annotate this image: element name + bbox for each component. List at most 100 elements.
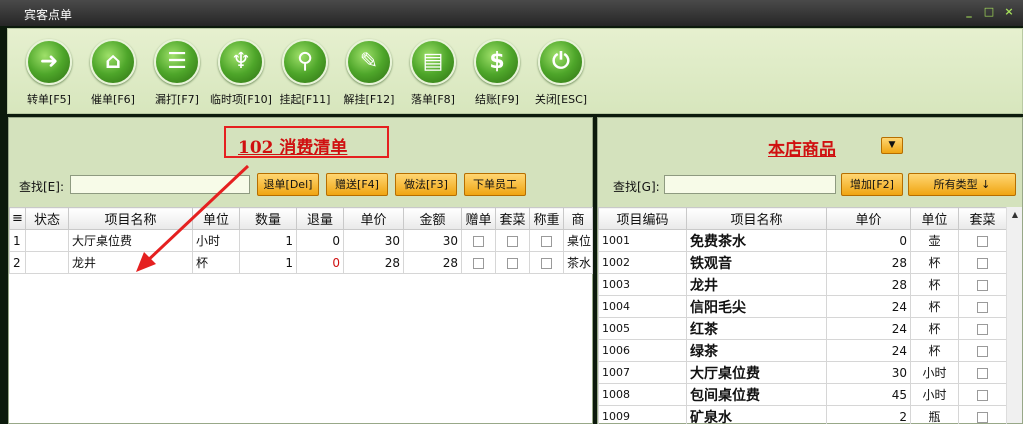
item-qty: 1 (239, 229, 297, 252)
set-meal-checkbox[interactable] (977, 301, 988, 313)
product-name: 红茶 (686, 317, 827, 340)
table-row[interactable]: 1005 红茶 24 杯 (598, 317, 1007, 340)
table-row[interactable]: 1004 信阳毛尖 24 杯 (598, 295, 1007, 318)
column-header[interactable]: 套菜 (495, 207, 530, 230)
column-header[interactable]: 退量 (296, 207, 344, 230)
window-title: 宾客点单 (24, 8, 73, 22)
gift-checkbox[interactable] (473, 257, 484, 269)
row-status (25, 229, 69, 252)
product-search-input[interactable] (664, 175, 836, 194)
set-meal-checkbox[interactable] (977, 235, 988, 247)
column-header[interactable]: ≡ (9, 207, 26, 230)
table-row[interactable]: 1 大厅桌位费 小时 1 0 30 30 桌位 (9, 229, 593, 252)
column-header[interactable]: 单位 (910, 207, 959, 230)
weighed-checkbox[interactable] (541, 235, 552, 247)
temporary-item-button[interactable]: ♆ 临时项[F10] (209, 39, 273, 115)
dollar-icon: $ (474, 39, 520, 85)
row-status (25, 251, 69, 274)
item-extra: 桌位 (563, 229, 593, 252)
item-name: 龙井 (68, 251, 193, 274)
consumption-list-header: 102 消费清单 查找[E]: 退单[Del] 赠送[F4] 做法[F3] 下单… (9, 118, 592, 206)
table-row[interactable]: 1002 铁观音 28 杯 (598, 251, 1007, 274)
item-unit: 小时 (192, 229, 240, 252)
set-meal-checkbox[interactable] (977, 389, 988, 401)
set-meal-checkbox[interactable] (977, 323, 988, 335)
column-header[interactable]: 金额 (403, 207, 462, 230)
reprint-missed-button[interactable]: ☰ 漏打[F7] (145, 39, 209, 115)
place-order-button[interactable]: ▤ 落单[F8] (401, 39, 465, 115)
table-row[interactable]: 1006 绿茶 24 杯 (598, 339, 1007, 362)
column-header[interactable]: 状态 (25, 207, 69, 230)
bank-icon: ⌂ (90, 39, 136, 85)
product-code: 1001 (598, 229, 687, 252)
product-name: 矿泉水 (686, 405, 827, 424)
set-meal-checkbox[interactable] (507, 235, 518, 247)
table-row[interactable]: 2 龙井 杯 1 0 28 28 茶水 (9, 251, 593, 274)
set-meal-checkbox[interactable] (977, 367, 988, 379)
product-code: 1008 (598, 383, 687, 406)
product-unit: 壶 (910, 229, 959, 252)
dropdown-icon[interactable]: ▼ (881, 137, 903, 154)
resume-button[interactable]: ✎ 解挂[F12] (337, 39, 401, 115)
table-header-row: 项目编码 项目名称 单价 单位 套菜 (598, 207, 1007, 230)
column-header[interactable]: 单价 (826, 207, 911, 230)
order-staff-button[interactable]: 下单员工 (464, 173, 526, 196)
column-header[interactable]: 称重 (529, 207, 564, 230)
set-meal-checkbox[interactable] (977, 345, 988, 357)
table-row[interactable]: 1009 矿泉水 2 瓶 (598, 405, 1007, 424)
product-table-scrollbar[interactable]: ▲ (1006, 207, 1022, 423)
product-name: 铁观音 (686, 251, 827, 274)
store-products-header: 本店商品 ▼ 查找[G]: 增加[F2] 所有类型 ↓ (598, 118, 1022, 206)
suspend-button[interactable]: ⚲ 挂起[F11] (273, 39, 337, 115)
set-meal-checkbox[interactable] (977, 257, 988, 269)
column-header[interactable]: 项目编码 (598, 207, 687, 230)
column-header[interactable]: 项目名称 (68, 207, 193, 230)
weighed-checkbox[interactable] (541, 257, 552, 269)
rush-order-button[interactable]: ⌂ 催单[F6] (81, 39, 145, 115)
gift-button[interactable]: 赠送[F4] (326, 173, 388, 196)
table-row[interactable]: 1001 免费茶水 0 壶 (598, 229, 1007, 252)
item-unit: 杯 (192, 251, 240, 274)
product-price: 24 (826, 317, 911, 340)
column-header[interactable]: 套菜 (958, 207, 1007, 230)
add-product-button[interactable]: 增加[F2] (841, 173, 903, 196)
product-unit: 杯 (910, 273, 959, 296)
column-header[interactable]: 数量 (239, 207, 297, 230)
set-meal-checkbox[interactable] (977, 411, 988, 423)
column-header[interactable]: 项目名称 (686, 207, 827, 230)
cooking-method-button[interactable]: 做法[F3] (395, 173, 457, 196)
consumption-list-title: 102 消费清单 (238, 138, 348, 158)
all-types-dropdown[interactable]: 所有类型 ↓ (908, 173, 1016, 196)
product-table: 项目编码 项目名称 单价 单位 套菜 1001 免费茶水 0 壶 1002 铁观音 28 杯… (598, 207, 1007, 424)
table-row[interactable]: 1008 包间桌位费 45 小时 (598, 383, 1007, 406)
set-meal-checkbox[interactable] (507, 257, 518, 269)
checkout-button[interactable]: $ 结账[F9] (465, 39, 529, 115)
search-input[interactable] (70, 175, 250, 194)
transfer-order-button[interactable]: ➜ 转单[F5] (17, 39, 81, 115)
column-header[interactable]: 商 (563, 207, 593, 230)
minimize-icon[interactable]: _ (963, 6, 975, 18)
button-label: 漏打[F7] (155, 93, 199, 106)
product-unit: 杯 (910, 295, 959, 318)
table-row[interactable]: 1007 大厅桌位费 30 小时 (598, 361, 1007, 384)
set-meal-checkbox[interactable] (977, 279, 988, 291)
product-name: 免费茶水 (686, 229, 827, 252)
product-price: 30 (826, 361, 911, 384)
product-code: 1002 (598, 251, 687, 274)
table-row[interactable]: 1003 龙井 28 杯 (598, 273, 1007, 296)
scroll-up-icon[interactable]: ▲ (1007, 207, 1023, 223)
close-button[interactable]: ⏻ 关闭[ESC] (529, 39, 593, 115)
consumption-list-panel: 102 消费清单 查找[E]: 退单[Del] 赠送[F4] 做法[F3] 下单… (8, 117, 593, 424)
arrow-right-icon: ➜ (26, 39, 72, 85)
close-icon[interactable]: × (1003, 6, 1015, 18)
column-header[interactable]: 单位 (192, 207, 240, 230)
column-header[interactable]: 单价 (343, 207, 404, 230)
gift-checkbox[interactable] (473, 235, 484, 247)
button-label: 落单[F8] (411, 93, 455, 106)
order-table-area: ≡ 状态 项目名称 单位 数量 退量 单价 金额 赠单 套菜 称重 商 1 大厅… (9, 207, 593, 423)
column-header[interactable]: 赠单 (461, 207, 496, 230)
maximize-icon[interactable]: □ (983, 6, 995, 18)
window-icon: ▤ (410, 39, 456, 85)
item-return-qty: 0 (296, 229, 344, 252)
return-order-button[interactable]: 退单[Del] (257, 173, 319, 196)
